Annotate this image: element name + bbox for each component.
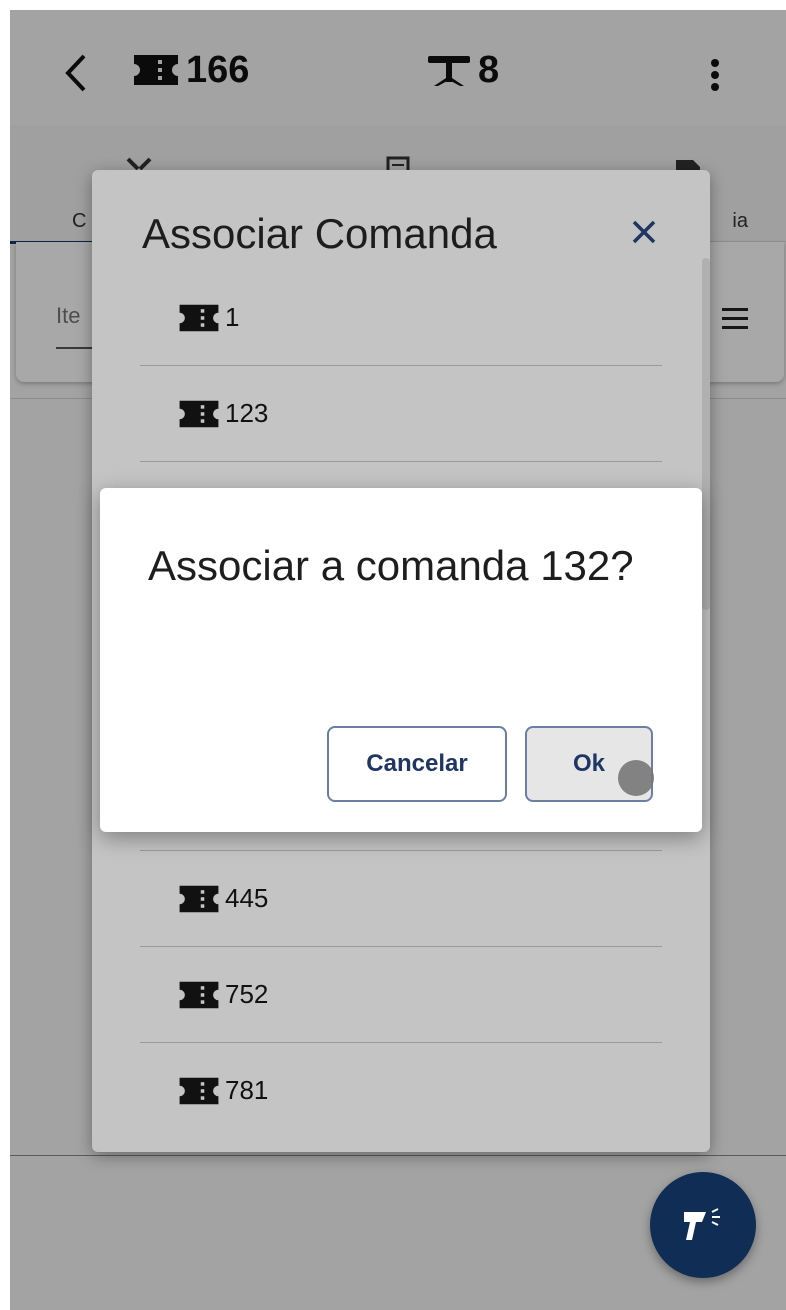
confirm-dialog: Associar a comanda 132? Cancelar Ok — [100, 488, 702, 832]
close-button[interactable] — [622, 210, 666, 254]
list-item[interactable]: 445 — [140, 851, 662, 947]
barcode-scanner-icon — [684, 1208, 720, 1240]
ticket-icon — [179, 304, 219, 331]
comanda-number: 1 — [225, 302, 240, 332]
comanda-number: 752 — [225, 979, 269, 1009]
dialog-title: Associar Comanda — [142, 210, 497, 257]
list-item[interactable]: 1 — [140, 270, 662, 366]
ticket-icon — [179, 885, 219, 912]
comanda-number: 445 — [225, 883, 269, 913]
ticket-icon — [179, 400, 219, 427]
ticket-icon — [179, 1077, 219, 1104]
comanda-list-lower: 445 752 781 — [140, 850, 662, 1138]
list-item[interactable]: 752 — [140, 947, 662, 1043]
touch-indicator — [618, 760, 654, 796]
app-screen: 166 8 C ia Ite Associar Comanda 1 123 44… — [10, 10, 786, 1310]
list-item[interactable]: 781 — [140, 1043, 662, 1138]
comanda-number: 123 — [225, 398, 269, 428]
cancel-button[interactable]: Cancelar — [327, 726, 507, 802]
comanda-number: 781 — [225, 1075, 269, 1105]
scan-button[interactable] — [650, 1172, 756, 1278]
ticket-icon — [179, 981, 219, 1008]
scrollbar[interactable] — [702, 258, 710, 610]
confirm-message: Associar a comanda 132? — [148, 542, 634, 589]
close-icon — [632, 220, 656, 244]
list-item[interactable]: 123 — [140, 366, 662, 462]
comanda-list: 1 123 — [140, 270, 662, 462]
